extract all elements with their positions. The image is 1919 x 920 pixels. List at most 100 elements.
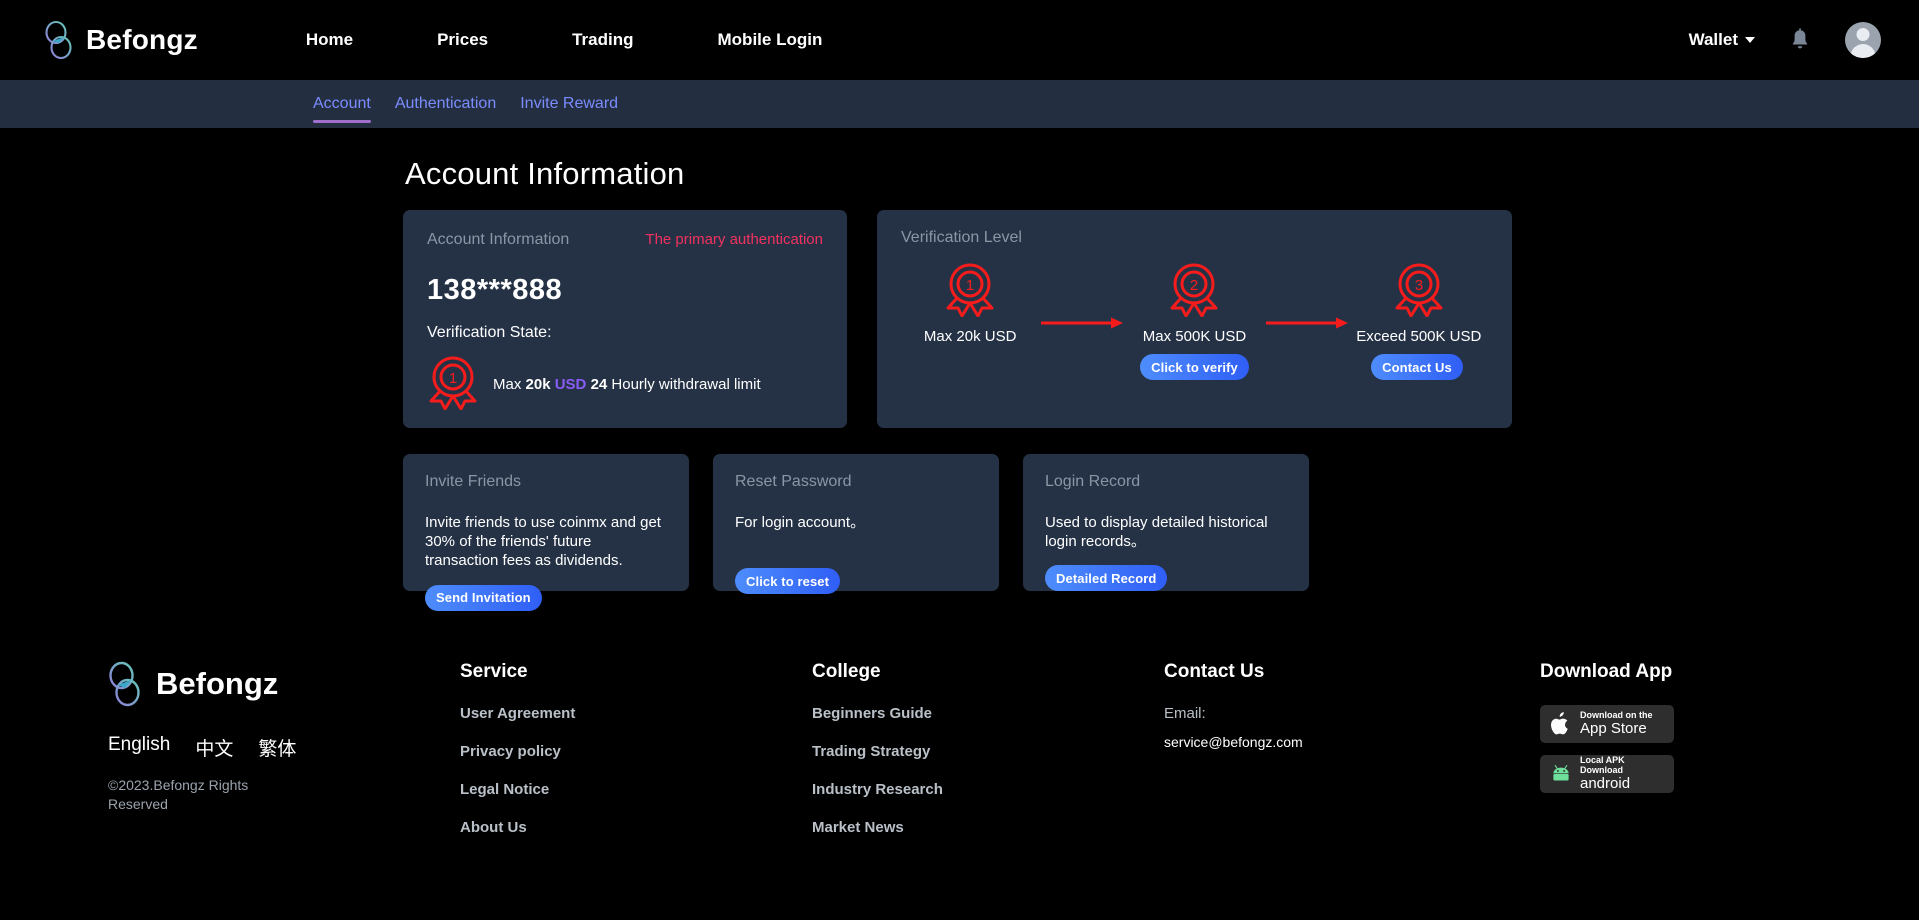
verification-state-row: 1 Max 20k USD 24 Hourly withdrawal limit [427,354,823,415]
medal-rank-2-icon: 2 [1168,261,1220,322]
cards-row-top: Account Information The primary authenti… [403,210,1919,428]
account-card-header: Account Information The primary authenti… [427,231,823,249]
nav-item-home[interactable]: Home [264,0,395,80]
footer-link-industry-research[interactable]: Industry Research [812,781,1164,798]
medal-rank-3-icon: 3 [1393,261,1445,322]
footer-brand-column: Befongz English 中文 繁体 ©2023.Befongz Righ… [108,661,460,857]
limit-prefix: Max [493,376,526,393]
login-record-title: Login Record [1045,473,1141,490]
android-icon [1550,761,1572,787]
verification-state-label: Verification State: [427,324,552,341]
click-to-verify-button[interactable]: Click to verify [1140,354,1249,380]
copyright: ©2023.Befongz Rights Reserved [108,777,249,812]
footer: Befongz English 中文 繁体 ©2023.Befongz Righ… [0,661,1919,857]
login-record-action: Detailed Record [1045,565,1287,592]
limit-amount: 20k [525,376,551,393]
verification-level-2-label: Max 500K USD [1142,328,1247,345]
footer-link-privacy-policy[interactable]: Privacy policy [460,743,812,760]
language-english[interactable]: English [108,734,170,761]
withdrawal-limit-text: Max 20k USD 24 Hourly withdrawal limit [493,376,761,393]
android-small-label: Local APK Download [1580,755,1625,775]
app-store-big-label: App Store [1580,720,1647,738]
footer-service-column: Service User Agreement Privacy policy Le… [460,661,812,857]
language-simplified-chinese[interactable]: 中文 [195,734,233,761]
footer-download-column: Download App Download on the App Store L… [1540,661,1892,857]
header-right-group: Wallet [1689,22,1881,58]
medal-rank-1-icon: 1 [427,354,479,415]
tab-authentication[interactable]: Authentication [395,80,496,128]
top-header: Befongz Home Prices Trading Mobile Login… [0,0,1919,80]
level-2-button-slot: Click to verify [1123,354,1265,380]
footer-contact-heading: Contact Us [1164,661,1265,682]
verification-level-buttons: Click to verify Contact Us [901,354,1488,380]
footer-college-heading: College [812,661,881,682]
medal-rank-1-icon: 1 [944,261,996,322]
avatar[interactable] [1845,22,1881,58]
reset-password-title: Reset Password [735,473,852,490]
invite-friends-title: Invite Friends [425,473,522,490]
footer-brand[interactable]: Befongz [108,661,460,707]
footer-email-value[interactable]: service@befongz.com [1164,734,1540,750]
svg-text:2: 2 [1190,277,1198,294]
brand-logo[interactable]: Befongz [44,20,198,60]
language-traditional-chinese[interactable]: 繁体 [258,734,296,761]
footer-link-beginners-guide[interactable]: Beginners Guide [812,705,1164,722]
language-switcher: English 中文 繁体 [108,734,460,761]
invite-friends-action: Send Invitation [425,584,667,611]
app-root: Befongz Home Prices Trading Mobile Login… [0,0,1919,920]
page-title: Account Information [405,156,685,191]
click-to-reset-button[interactable]: Click to reset [735,568,841,595]
tab-invite-reward[interactable]: Invite Reward [520,80,618,128]
nav-item-mobile-login[interactable]: Mobile Login [676,0,865,80]
bell-icon[interactable] [1789,28,1811,52]
app-store-button[interactable]: Download on the App Store [1540,705,1674,743]
verification-level-1: 1 Max 20k USD [901,261,1039,345]
footer-link-user-agreement[interactable]: User Agreement [460,705,812,722]
level-1-button-slot [901,354,1043,380]
nav-item-trading[interactable]: Trading [530,0,675,80]
invite-friends-description: Invite friends to use coinmx and get 30%… [425,514,661,570]
invite-friends-card: Invite Friends Invite friends to use coi… [403,454,689,611]
chevron-down-icon [1745,37,1755,43]
limit-suffix: Hourly withdrawal limit [607,376,761,393]
wallet-menu[interactable]: Wallet [1689,30,1755,50]
svg-text:1: 1 [449,370,457,387]
verification-level-card: Verification Level 1 Max 20k USD 2 Max 5… [877,210,1512,428]
account-card-title: Account Information [427,231,570,248]
footer-link-legal-notice[interactable]: Legal Notice [460,781,812,798]
befongz-b-logo-icon [108,661,142,707]
account-number: 138***888 [427,274,563,306]
footer-college-column: College Beginners Guide Trading Strategy… [812,661,1164,857]
account-information-card: Account Information The primary authenti… [403,210,847,428]
wallet-label: Wallet [1688,30,1738,49]
app-store-small-label: Download on the [1580,709,1653,720]
android-download-button[interactable]: Local APK Download android [1540,755,1674,793]
main-content: Account Information Account Information … [0,128,1919,857]
brand-name: Befongz [86,24,198,55]
login-record-description: Used to display detailed historical logi… [1045,514,1268,551]
app-store-text: Download on the App Store [1580,709,1653,738]
main-nav: Home Prices Trading Mobile Login [264,0,865,80]
footer-link-trading-strategy[interactable]: Trading Strategy [812,743,1164,760]
send-invitation-button[interactable]: Send Invitation [425,584,542,611]
android-big-label: android [1580,775,1631,793]
apple-icon [1550,711,1572,737]
footer-link-market-news[interactable]: Market News [812,819,1164,836]
status-badge-primary-authentication: The primary authentication [645,231,823,248]
android-text: Local APK Download android [1580,755,1664,793]
reset-password-card: Reset Password For login account。 Click … [713,454,999,595]
verification-level-3-label: Exceed 500K USD [1356,328,1482,345]
tab-account[interactable]: Account [313,80,371,128]
arrow-right-icon [1264,316,1350,335]
contact-us-button[interactable]: Contact Us [1371,354,1463,380]
svg-text:1: 1 [966,277,974,294]
reset-password-action: Click to reset [735,568,977,595]
befongz-b-logo-icon [44,20,74,60]
cards-grid: Account Information The primary authenti… [403,210,1919,611]
nav-item-prices[interactable]: Prices [395,0,530,80]
level-3-button-slot: Contact Us [1346,354,1488,380]
detailed-record-button[interactable]: Detailed Record [1045,565,1168,592]
footer-link-about-us[interactable]: About Us [460,819,812,836]
